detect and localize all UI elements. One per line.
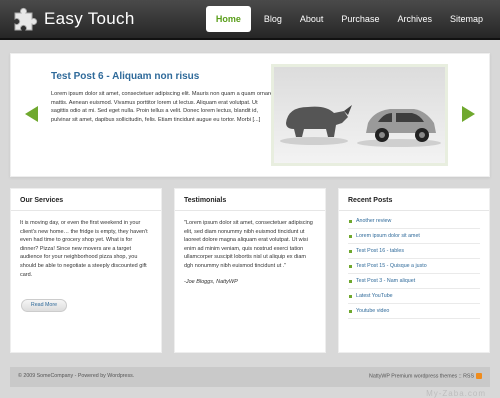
- footer-credits: NattyWP Premium wordpress themes :: RSS: [369, 373, 482, 379]
- testimonials-heading: Testimonials: [175, 189, 325, 211]
- recent-post-link[interactable]: Latest YouTube: [348, 289, 480, 304]
- services-heading: Our Services: [11, 189, 161, 211]
- featured-post-excerpt: Lorem ipsum dolor sit amet, consectetuer…: [51, 91, 273, 123]
- nav-blog[interactable]: Blog: [255, 6, 291, 32]
- recent-posts-list: Another review Lorem ipsum dolor sit ame…: [339, 211, 489, 322]
- testimonials-panel: Testimonials "Lorem ipsum dolor sit amet…: [174, 188, 326, 353]
- nav-about[interactable]: About: [291, 6, 333, 32]
- nav-purchase[interactable]: Purchase: [332, 6, 388, 32]
- footer-copyright: © 2009 SomeCompany - Powered by Wordpres…: [18, 373, 135, 379]
- featured-post-image[interactable]: [271, 64, 448, 166]
- site-title[interactable]: Easy Touch: [44, 9, 135, 29]
- recent-posts-panel: Recent Posts Another review Lorem ipsum …: [338, 188, 490, 353]
- watermark: My-Zaba.com: [426, 389, 486, 398]
- recent-post-link[interactable]: Youtube video: [348, 304, 480, 319]
- read-more-button[interactable]: Read More: [21, 299, 67, 312]
- rss-icon[interactable]: [476, 373, 482, 379]
- featured-slider: Test Post 6 - Aliquam non risus Lorem ip…: [10, 53, 490, 177]
- recent-post-link[interactable]: Test Post 3 - Nam aliquet: [348, 274, 480, 289]
- nav-home[interactable]: Home: [205, 6, 251, 32]
- testimonial-author: -Joe Bloggs, NattyWP: [184, 278, 238, 285]
- puzzle-piece-icon[interactable]: [12, 7, 38, 33]
- site-header: Easy Touch Home Blog About Purchase Arch…: [0, 0, 500, 40]
- recent-post-link[interactable]: Another review: [348, 214, 480, 229]
- recent-posts-heading: Recent Posts: [339, 189, 489, 211]
- site-footer: © 2009 SomeCompany - Powered by Wordpres…: [10, 367, 490, 387]
- services-panel: Our Services It is moving day, or even t…: [10, 188, 162, 353]
- testimonial-quote: "Lorem ipsum dolor sit amet, consectetue…: [184, 220, 313, 269]
- nav-archives[interactable]: Archives: [388, 6, 441, 32]
- recent-post-link[interactable]: Test Post 15 - Quisque a justo: [348, 259, 480, 274]
- footer-credits-text[interactable]: NattyWP Premium wordpress themes :: RSS: [369, 373, 474, 379]
- main-nav: Home Blog About Purchase Archives Sitema…: [205, 6, 492, 32]
- nav-sitemap[interactable]: Sitemap: [441, 6, 492, 32]
- arrow-left-icon[interactable]: [25, 106, 38, 122]
- services-text: It is moving day, or even the first week…: [20, 220, 148, 278]
- recent-post-link[interactable]: Test Post 16 - tables: [348, 244, 480, 259]
- featured-post-title[interactable]: Test Post 6 - Aliquam non risus: [51, 71, 199, 82]
- arrow-right-icon[interactable]: [462, 106, 475, 122]
- recent-post-link[interactable]: Lorem ipsum dolor sit amet: [348, 229, 480, 244]
